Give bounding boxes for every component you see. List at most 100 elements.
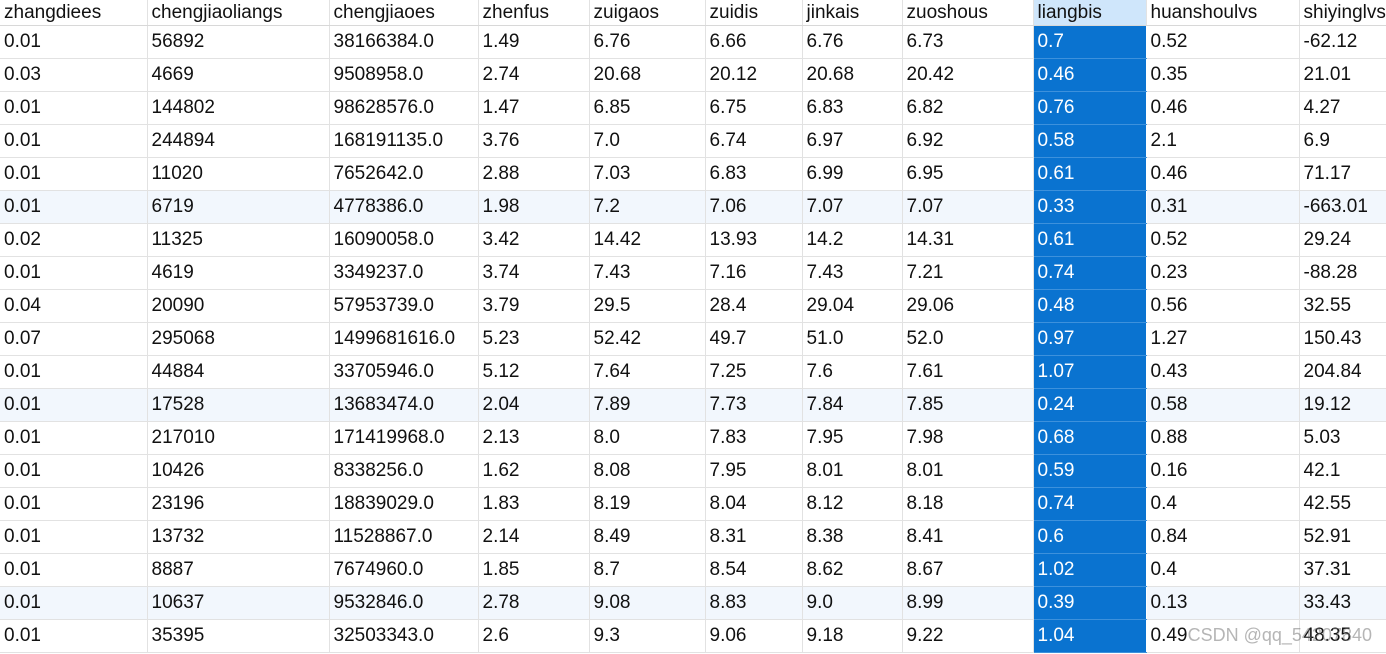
- cell-zuigaos[interactable]: 8.08: [589, 454, 706, 488]
- cell-chengjiaoliangs[interactable]: 10426: [147, 454, 330, 488]
- cell-zuigaos[interactable]: 7.03: [589, 157, 706, 191]
- cell-zuidis[interactable]: 7.16: [705, 256, 803, 290]
- cell-zuoshous[interactable]: 7.61: [902, 355, 1034, 389]
- cell-chengjiaoliangs[interactable]: 44884: [147, 355, 330, 389]
- cell-zhangdiees[interactable]: 0.01: [0, 388, 148, 422]
- cell-liangbis[interactable]: 0.39: [1033, 586, 1147, 620]
- cell-chengjiaoliangs[interactable]: 8887: [147, 553, 330, 587]
- cell-zhangdiees[interactable]: 0.01: [0, 157, 148, 191]
- cell-chengjiaoliangs[interactable]: 13732: [147, 520, 330, 554]
- cell-huanshoulvs[interactable]: 0.49: [1146, 619, 1300, 653]
- cell-zhangdiees[interactable]: 0.01: [0, 256, 148, 290]
- cell-chengjiaoliangs[interactable]: 35395: [147, 619, 330, 653]
- cell-zuoshous[interactable]: 7.98: [902, 421, 1034, 455]
- cell-chengjiaoes[interactable]: 7674960.0: [329, 553, 479, 587]
- cell-zhenfus[interactable]: 2.6: [478, 619, 590, 653]
- cell-jinkais[interactable]: 9.0: [802, 586, 903, 620]
- cell-chengjiaoes[interactable]: 98628576.0: [329, 91, 479, 125]
- cell-liangbis[interactable]: 0.24: [1033, 388, 1147, 422]
- cell-liangbis[interactable]: 1.02: [1033, 553, 1147, 587]
- cell-zuoshous[interactable]: 20.42: [902, 58, 1034, 92]
- cell-zuigaos[interactable]: 7.89: [589, 388, 706, 422]
- table-row[interactable]: 0.02 11325 16090058.0 3.42 14.42 13.93 14.2 14.…: [0, 223, 1386, 257]
- column-header-jinkais[interactable]: jinkais: [802, 0, 903, 26]
- cell-chengjiaoliangs[interactable]: 4619: [147, 256, 330, 290]
- cell-chengjiaoes[interactable]: 8338256.0: [329, 454, 479, 488]
- cell-zhenfus[interactable]: 2.74: [478, 58, 590, 92]
- table-row[interactable]: 0.04 20090 57953739.0 3.79 29.5 28.4 29.04 29.0…: [0, 289, 1386, 323]
- cell-liangbis[interactable]: 0.76: [1033, 91, 1147, 125]
- cell-zuigaos[interactable]: 7.0: [589, 124, 706, 158]
- cell-liangbis[interactable]: 0.6: [1033, 520, 1147, 554]
- cell-zuigaos[interactable]: 9.3: [589, 619, 706, 653]
- cell-zhangdiees[interactable]: 0.01: [0, 25, 148, 59]
- cell-shiyinglvs[interactable]: 42.1: [1299, 454, 1386, 488]
- cell-liangbis[interactable]: 0.33: [1033, 190, 1147, 224]
- cell-huanshoulvs[interactable]: 0.31: [1146, 190, 1300, 224]
- cell-shiyinglvs[interactable]: 71.17: [1299, 157, 1386, 191]
- cell-zuigaos[interactable]: 7.43: [589, 256, 706, 290]
- cell-jinkais[interactable]: 7.6: [802, 355, 903, 389]
- cell-liangbis[interactable]: 0.74: [1033, 256, 1147, 290]
- cell-zhenfus[interactable]: 1.85: [478, 553, 590, 587]
- cell-huanshoulvs[interactable]: 1.27: [1146, 322, 1300, 356]
- cell-zhenfus[interactable]: 3.74: [478, 256, 590, 290]
- table-row[interactable]: 0.01 6719 4778386.0 1.98 7.2 7.06 7.07 7.07 0.33…: [0, 190, 1386, 224]
- cell-liangbis[interactable]: 0.46: [1033, 58, 1147, 92]
- cell-shiyinglvs[interactable]: 6.9: [1299, 124, 1386, 158]
- column-header-chengjiaoliangs[interactable]: chengjiaoliangs: [147, 0, 330, 26]
- cell-jinkais[interactable]: 6.83: [802, 91, 903, 125]
- cell-chengjiaoes[interactable]: 168191135.0: [329, 124, 479, 158]
- cell-chengjiaoes[interactable]: 9532846.0: [329, 586, 479, 620]
- table-row[interactable]: 0.01 244894 168191135.0 3.76 7.0 6.74 6.97 6.92…: [0, 124, 1386, 158]
- cell-zuoshous[interactable]: 14.31: [902, 223, 1034, 257]
- cell-shiyinglvs[interactable]: 4.27: [1299, 91, 1386, 125]
- cell-zuoshous[interactable]: 9.22: [902, 619, 1034, 653]
- cell-chengjiaoes[interactable]: 7652642.0: [329, 157, 479, 191]
- cell-zuidis[interactable]: 6.74: [705, 124, 803, 158]
- cell-zhenfus[interactable]: 2.88: [478, 157, 590, 191]
- cell-zhenfus[interactable]: 3.76: [478, 124, 590, 158]
- cell-jinkais[interactable]: 8.01: [802, 454, 903, 488]
- cell-zuoshous[interactable]: 7.21: [902, 256, 1034, 290]
- cell-shiyinglvs[interactable]: -62.12: [1299, 25, 1386, 59]
- cell-chengjiaoes[interactable]: 4778386.0: [329, 190, 479, 224]
- data-grid[interactable]: zhangdiees chengjiaoliangs chengjiaoes zhen…: [0, 0, 1386, 653]
- cell-jinkais[interactable]: 8.12: [802, 487, 903, 521]
- cell-jinkais[interactable]: 51.0: [802, 322, 903, 356]
- cell-zuoshous[interactable]: 7.85: [902, 388, 1034, 422]
- cell-zuidis[interactable]: 28.4: [705, 289, 803, 323]
- table-row[interactable]: 0.01 4619 3349237.0 3.74 7.43 7.16 7.43 7.21 0.7…: [0, 256, 1386, 290]
- cell-zhenfus[interactable]: 1.47: [478, 91, 590, 125]
- cell-chengjiaoes[interactable]: 18839029.0: [329, 487, 479, 521]
- table-row[interactable]: 0.01 17528 13683474.0 2.04 7.89 7.73 7.84 7.85 0…: [0, 388, 1386, 422]
- cell-jinkais[interactable]: 7.43: [802, 256, 903, 290]
- table-row[interactable]: 0.03 4669 9508958.0 2.74 20.68 20.12 20.68 20.4…: [0, 58, 1386, 92]
- cell-chengjiaoliangs[interactable]: 217010: [147, 421, 330, 455]
- cell-zhangdiees[interactable]: 0.01: [0, 520, 148, 554]
- cell-chengjiaoliangs[interactable]: 11020: [147, 157, 330, 191]
- table-row[interactable]: 0.01 35395 32503343.0 2.6 9.3 9.06 9.18 9.22 1.0…: [0, 619, 1386, 653]
- cell-shiyinglvs[interactable]: 204.84: [1299, 355, 1386, 389]
- table-row[interactable]: 0.01 144802 98628576.0 1.47 6.85 6.75 6.83 6.82…: [0, 91, 1386, 125]
- cell-jinkais[interactable]: 9.18: [802, 619, 903, 653]
- cell-chengjiaoliangs[interactable]: 20090: [147, 289, 330, 323]
- column-header-zuidis[interactable]: zuidis: [705, 0, 803, 26]
- cell-chengjiaoes[interactable]: 32503343.0: [329, 619, 479, 653]
- cell-jinkais[interactable]: 8.38: [802, 520, 903, 554]
- cell-jinkais[interactable]: 8.62: [802, 553, 903, 587]
- cell-huanshoulvs[interactable]: 0.35: [1146, 58, 1300, 92]
- cell-jinkais[interactable]: 6.97: [802, 124, 903, 158]
- cell-chengjiaoes[interactable]: 9508958.0: [329, 58, 479, 92]
- cell-zhangdiees[interactable]: 0.04: [0, 289, 148, 323]
- cell-liangbis[interactable]: 0.74: [1033, 487, 1147, 521]
- cell-liangbis[interactable]: 0.97: [1033, 322, 1147, 356]
- cell-zuigaos[interactable]: 6.76: [589, 25, 706, 59]
- cell-jinkais[interactable]: 29.04: [802, 289, 903, 323]
- cell-shiyinglvs[interactable]: 37.31: [1299, 553, 1386, 587]
- cell-zhangdiees[interactable]: 0.01: [0, 91, 148, 125]
- cell-zuoshous[interactable]: 6.73: [902, 25, 1034, 59]
- column-header-liangbis[interactable]: liangbis: [1033, 0, 1147, 26]
- cell-zuigaos[interactable]: 8.7: [589, 553, 706, 587]
- cell-chengjiaoliangs[interactable]: 4669: [147, 58, 330, 92]
